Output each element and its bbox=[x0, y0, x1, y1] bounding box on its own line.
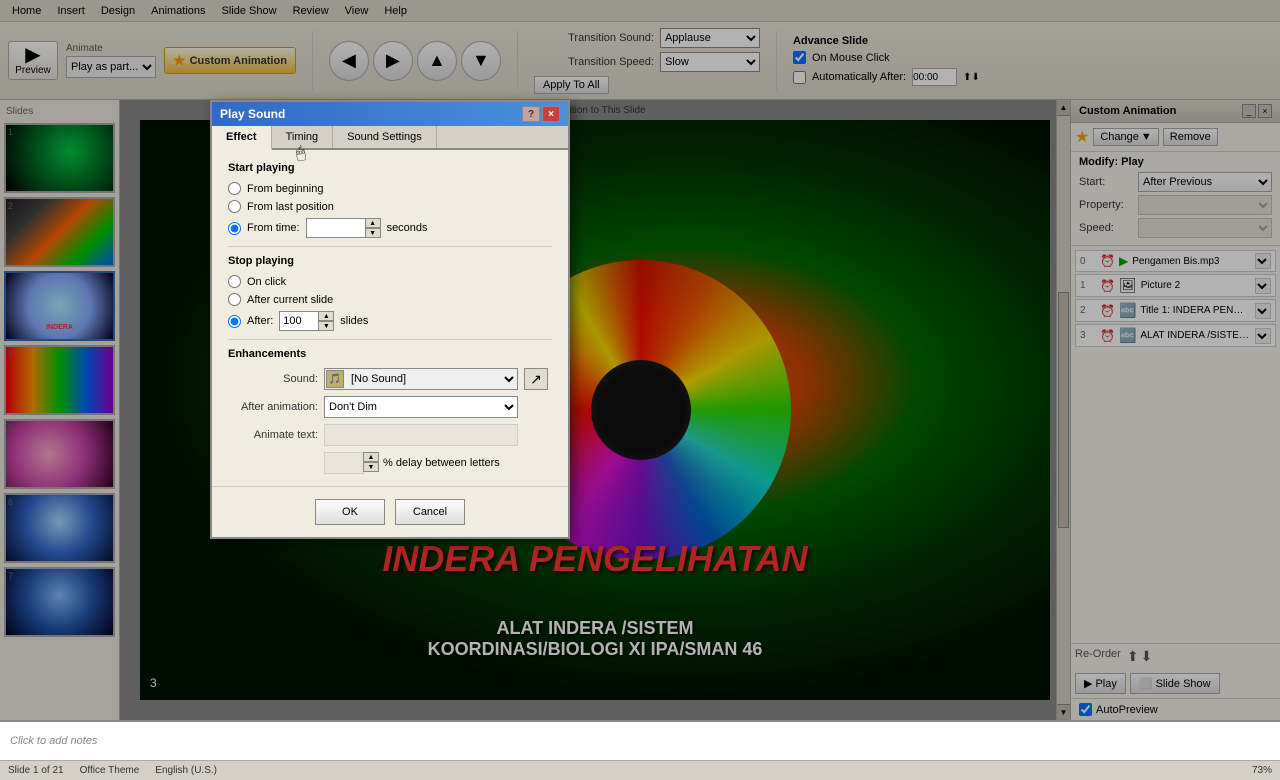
dialog-title: Play Sound bbox=[220, 107, 285, 121]
from-time-radio[interactable] bbox=[228, 222, 241, 235]
dialog-footer: OK Cancel bbox=[212, 486, 568, 537]
delay-spin-down[interactable]: ▼ bbox=[363, 462, 379, 472]
dialog-tabs: Effect Timing Sound Settings bbox=[212, 126, 568, 150]
delay-spin-up[interactable]: ▲ bbox=[363, 452, 379, 462]
language-info: English (U.S.) bbox=[155, 765, 217, 776]
titlebar-buttons: ? × bbox=[522, 106, 560, 122]
status-bar: Slide 1 of 21 Office Theme English (U.S.… bbox=[0, 760, 1280, 780]
sound-browse-btn[interactable]: ↗ bbox=[524, 368, 548, 390]
after-radio[interactable] bbox=[228, 315, 241, 328]
zoom-level: 73% bbox=[1252, 765, 1272, 776]
slide-info: Slide 1 of 21 bbox=[8, 765, 64, 776]
after-value-input[interactable] bbox=[279, 311, 319, 331]
dialog-titlebar: Play Sound ? × bbox=[212, 102, 568, 126]
animate-text-input[interactable] bbox=[324, 424, 518, 446]
sound-label: Sound: bbox=[228, 373, 318, 385]
from-beginning-radio[interactable] bbox=[228, 182, 241, 195]
dialog-close-btn[interactable]: × bbox=[542, 106, 560, 122]
stop-playing-title: Stop playing bbox=[228, 255, 552, 267]
theme-info: Office Theme bbox=[80, 765, 140, 776]
delay-spinner: ▲ ▼ bbox=[363, 452, 379, 474]
on-click-label: On click bbox=[247, 276, 286, 288]
after-label: After: bbox=[247, 315, 273, 327]
delay-wrapper: ▲ ▼ % delay between letters bbox=[324, 452, 518, 474]
after-slides-row: After: ▲ ▼ slides bbox=[228, 311, 552, 331]
after-current-radio[interactable] bbox=[228, 293, 241, 306]
seconds-label: seconds bbox=[387, 222, 428, 234]
after-spin-down[interactable]: ▼ bbox=[318, 321, 334, 331]
from-beginning-row: From beginning bbox=[228, 182, 552, 195]
dialog-help-btn[interactable]: ? bbox=[522, 106, 540, 122]
delay-spin: ▲ ▼ bbox=[324, 452, 379, 474]
animate-text-label: Animate text: bbox=[228, 429, 318, 441]
slides-label: slides bbox=[340, 315, 368, 327]
notes-placeholder: Click to add notes bbox=[10, 735, 97, 747]
dialog-content: Start playing From beginning From last p… bbox=[212, 150, 568, 486]
sound-select[interactable]: [No Sound] bbox=[324, 368, 518, 390]
from-time-label: From time: bbox=[247, 222, 300, 234]
after-current-row: After current slide bbox=[228, 293, 552, 306]
notes-area[interactable]: Click to add notes bbox=[0, 720, 1280, 760]
tab-sound-settings[interactable]: Sound Settings bbox=[333, 126, 437, 148]
after-current-label: After current slide bbox=[247, 294, 333, 306]
on-click-row: On click bbox=[228, 275, 552, 288]
sound-input-group: 🎵 [No Sound] bbox=[324, 368, 518, 390]
from-beginning-label: From beginning bbox=[247, 183, 323, 195]
from-last-row: From last position bbox=[228, 200, 552, 213]
from-time-row: From time: ▲ ▼ seconds bbox=[228, 218, 552, 238]
time-spin-down[interactable]: ▼ bbox=[365, 228, 381, 238]
sound-icon: 🎵 bbox=[326, 370, 344, 388]
modal-overlay: Play Sound ? × Effect Timing Sound Setti… bbox=[0, 0, 1280, 720]
section-divider-2 bbox=[228, 339, 552, 340]
from-last-label: From last position bbox=[247, 201, 334, 213]
after-spin-up[interactable]: ▲ bbox=[318, 311, 334, 321]
time-spin-wrapper: ▲ ▼ bbox=[306, 218, 381, 238]
play-sound-dialog: Play Sound ? × Effect Timing Sound Setti… bbox=[210, 100, 570, 539]
from-time-input[interactable] bbox=[306, 218, 366, 238]
on-click-radio[interactable] bbox=[228, 275, 241, 288]
ok-button[interactable]: OK bbox=[315, 499, 385, 525]
cancel-button[interactable]: Cancel bbox=[395, 499, 465, 525]
from-last-radio[interactable] bbox=[228, 200, 241, 213]
section-divider-1 bbox=[228, 246, 552, 247]
enhancements-title: Enhancements bbox=[228, 348, 552, 360]
after-animation-select[interactable]: Don't Dim bbox=[324, 396, 518, 418]
after-spinner: ▲ ▼ bbox=[318, 311, 334, 331]
after-spin-wrapper: ▲ ▼ bbox=[279, 311, 334, 331]
tab-timing[interactable]: Timing bbox=[272, 126, 334, 148]
enhancements-grid: Sound: 🎵 [No Sound] ↗ After animation: D… bbox=[228, 368, 552, 474]
delay-input[interactable] bbox=[324, 452, 364, 474]
delay-label: % delay between letters bbox=[383, 457, 500, 469]
time-spin-up[interactable]: ▲ bbox=[365, 218, 381, 228]
tab-effect[interactable]: Effect bbox=[212, 126, 272, 150]
time-spinner: ▲ ▼ bbox=[365, 218, 381, 238]
start-playing-title: Start playing bbox=[228, 162, 552, 174]
after-animation-label: After animation: bbox=[228, 401, 318, 413]
